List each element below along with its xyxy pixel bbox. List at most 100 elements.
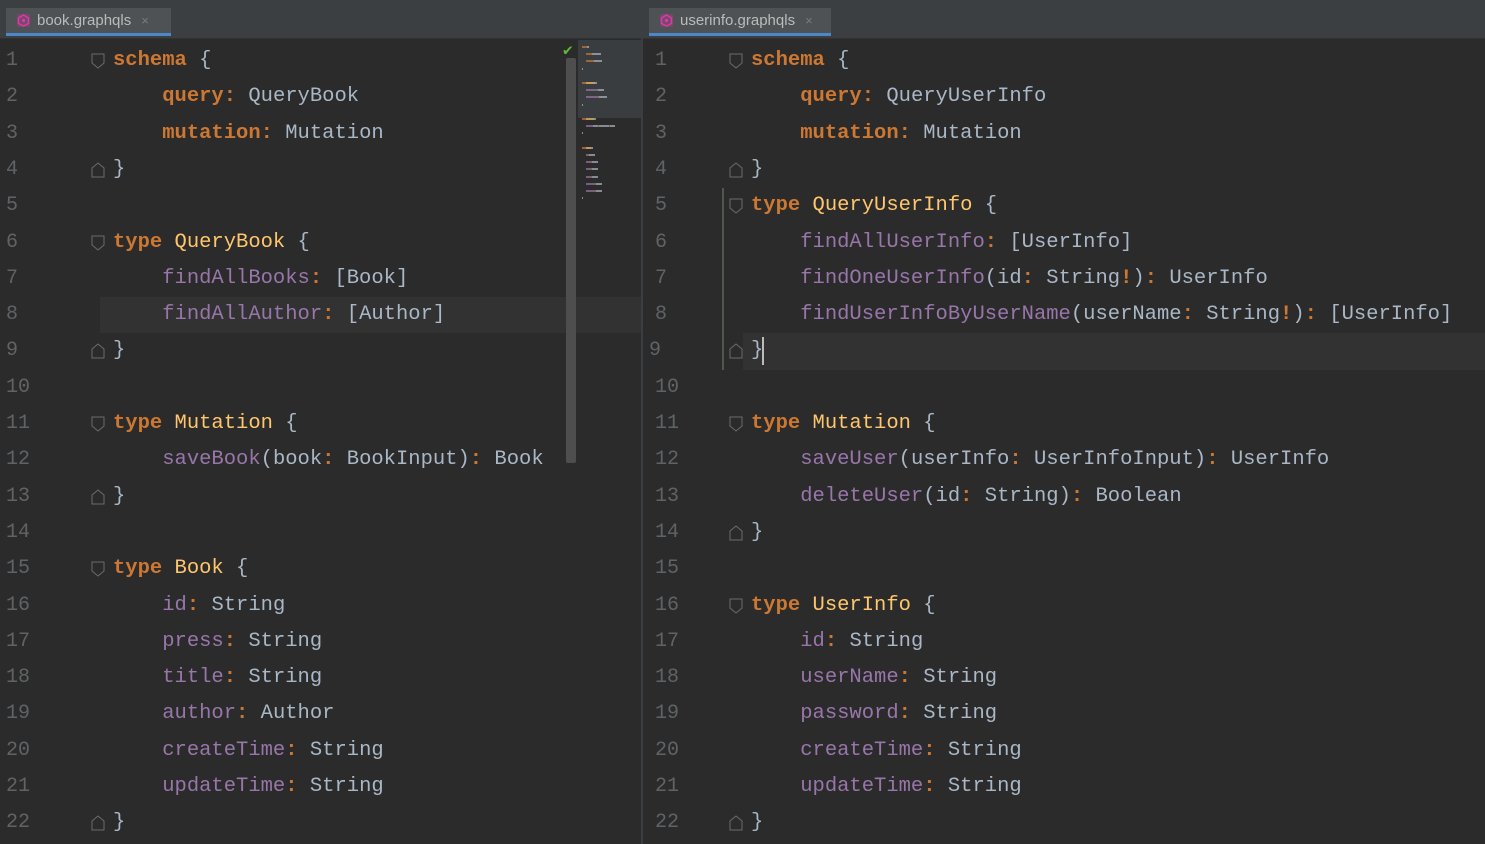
line-number: 14 xyxy=(6,520,31,544)
code-line[interactable]: 1 schema { xyxy=(643,43,1485,79)
code-line[interactable]: 5 type QueryUserInfo { xyxy=(643,188,1485,224)
code-token: String xyxy=(297,775,384,798)
code-line[interactable]: 8 findAllAuthor: [Author] xyxy=(6,297,641,334)
code-text: id: String xyxy=(113,588,285,624)
code-text: type QueryBook { xyxy=(113,225,310,261)
code-text: findUserInfoByUserName(userName: String!… xyxy=(751,297,1452,333)
line-number: 18 xyxy=(6,666,31,690)
fold-collapse-icon[interactable] xyxy=(729,198,743,214)
code-line[interactable]: 19 password: String xyxy=(643,696,1485,732)
code-line[interactable]: 21 updateTime: String xyxy=(643,769,1485,805)
code-line[interactable]: 21 updateTime: String xyxy=(0,769,641,805)
fold-end-icon[interactable] xyxy=(91,162,105,178)
code-token: : xyxy=(898,702,911,726)
code-text: createTime: String xyxy=(751,733,1021,769)
code-line[interactable]: 6 findAllUserInfo: [UserInfo] xyxy=(643,225,1485,261)
close-icon[interactable]: × xyxy=(141,13,149,28)
code-token: : xyxy=(960,484,973,508)
code-token: : xyxy=(309,266,323,290)
code-token: : xyxy=(898,121,911,145)
editor-pane-left[interactable]: book.graphqls × 1 schema {2 query: QueryB… xyxy=(0,0,641,844)
fold-collapse-icon[interactable] xyxy=(729,416,743,432)
line-number: 21 xyxy=(6,775,31,798)
code-token: Mutation xyxy=(800,412,911,435)
code-token: findOneUserInfo xyxy=(800,266,985,290)
code-token: QueryBook xyxy=(236,85,360,109)
minimap[interactable] xyxy=(578,40,641,220)
tab-userinfo-graphqls[interactable]: userinfo.graphqls × xyxy=(649,8,831,36)
code-line[interactable]: 18 title: String xyxy=(0,660,641,696)
code-line[interactable]: 3 mutation: Mutation xyxy=(0,116,641,152)
fold-end-icon[interactable] xyxy=(729,815,743,831)
code-token: : xyxy=(1206,448,1219,472)
code-line[interactable]: 12 saveUser(userInfo: UserInfoInput): Us… xyxy=(643,442,1485,478)
fold-end-icon[interactable] xyxy=(91,815,105,831)
code-text: updateTime: String xyxy=(751,769,1021,805)
close-icon[interactable]: × xyxy=(805,13,813,28)
tab-label: book.graphqls xyxy=(37,12,132,29)
code-line[interactable]: 13 deleteUser(id: String): Boolean xyxy=(643,479,1485,515)
code-token: : xyxy=(1070,484,1084,508)
fold-end-icon[interactable] xyxy=(729,343,743,359)
code-line[interactable]: 11 type Mutation { xyxy=(643,406,1485,442)
code-text: author: Author xyxy=(113,696,334,732)
code-text: type Book { xyxy=(113,551,248,587)
code-line[interactable]: 3 mutation: Mutation xyxy=(643,116,1485,152)
code-token: String xyxy=(1193,303,1281,327)
fold-collapse-icon[interactable] xyxy=(91,53,105,69)
code-text: saveBook(book: BookInput): Book xyxy=(113,442,543,478)
code-text: type QueryUserInfo { xyxy=(751,188,997,224)
code-token: : xyxy=(223,629,237,653)
code-line[interactable]: 18 userName: String xyxy=(643,660,1485,696)
code-token: UserInfo xyxy=(1218,448,1330,472)
code-line[interactable]: 7 findAllBooks: [Book] xyxy=(0,261,641,297)
code-line[interactable]: 19 author: Author xyxy=(0,696,641,732)
minimap-token xyxy=(586,82,595,84)
code-line[interactable]: 16 id: String xyxy=(0,588,641,624)
code-line[interactable]: 8 findUserInfoByUserName(userName: Strin… xyxy=(643,297,1485,333)
code-token: updateTime xyxy=(162,775,286,798)
code-line[interactable]: 17 press: String xyxy=(0,624,641,660)
fold-end-icon[interactable] xyxy=(91,488,105,505)
tab-book-graphqls[interactable]: book.graphqls × xyxy=(6,8,171,36)
fold-collapse-icon[interactable] xyxy=(91,416,105,432)
code-line[interactable]: 15 xyxy=(643,551,1485,587)
code-line[interactable]: 16 type UserInfo { xyxy=(643,588,1485,624)
code-line[interactable]: 20 createTime: String xyxy=(643,733,1485,769)
code-token: : xyxy=(898,666,911,690)
code-line[interactable]: 5 xyxy=(0,188,641,224)
code-line[interactable]: 14} xyxy=(643,515,1485,551)
code-line[interactable]: 17 id: String xyxy=(643,624,1485,660)
fold-end-icon[interactable] xyxy=(729,525,743,541)
fold-collapse-icon[interactable] xyxy=(729,598,743,614)
code-token: String xyxy=(910,666,998,690)
minimap-token xyxy=(586,190,595,192)
code-line[interactable]: 22} xyxy=(643,805,1485,841)
code-token: { xyxy=(272,412,298,435)
code-line[interactable]: 9} xyxy=(649,333,1485,370)
fold-collapse-icon[interactable] xyxy=(91,235,105,251)
code-token: { xyxy=(972,194,998,218)
code-line[interactable]: 4} xyxy=(643,152,1485,188)
minimap-token xyxy=(592,168,598,171)
fold-collapse-icon[interactable] xyxy=(91,561,105,577)
code-line[interactable]: 7 findOneUserInfo(id: String!): UserInfo xyxy=(643,261,1485,297)
code-line[interactable]: 12 saveBook(book: BookInput): Book xyxy=(0,442,641,478)
code-token: updateTime xyxy=(800,775,924,798)
code-line[interactable]: 10 xyxy=(0,370,641,406)
code-line[interactable]: 20 createTime: String xyxy=(0,733,641,769)
fold-end-icon[interactable] xyxy=(91,343,105,359)
code-line[interactable]: 14 xyxy=(0,515,641,551)
fold-collapse-icon[interactable] xyxy=(729,53,743,69)
editor-pane-right[interactable]: userinfo.graphqls × 1 schema {2 query: Qu… xyxy=(643,0,1485,844)
vertical-scrollbar[interactable] xyxy=(566,58,576,463)
code-token: Mutation xyxy=(162,412,273,435)
code-line[interactable]: 2 query: QueryUserInfo xyxy=(643,79,1485,115)
code-line[interactable]: 10 xyxy=(643,370,1485,406)
fold-end-icon[interactable] xyxy=(729,162,743,178)
code-line[interactable]: 2 query: QueryBook xyxy=(0,79,641,115)
code-text: } xyxy=(113,805,125,841)
minimap-token xyxy=(594,118,596,120)
